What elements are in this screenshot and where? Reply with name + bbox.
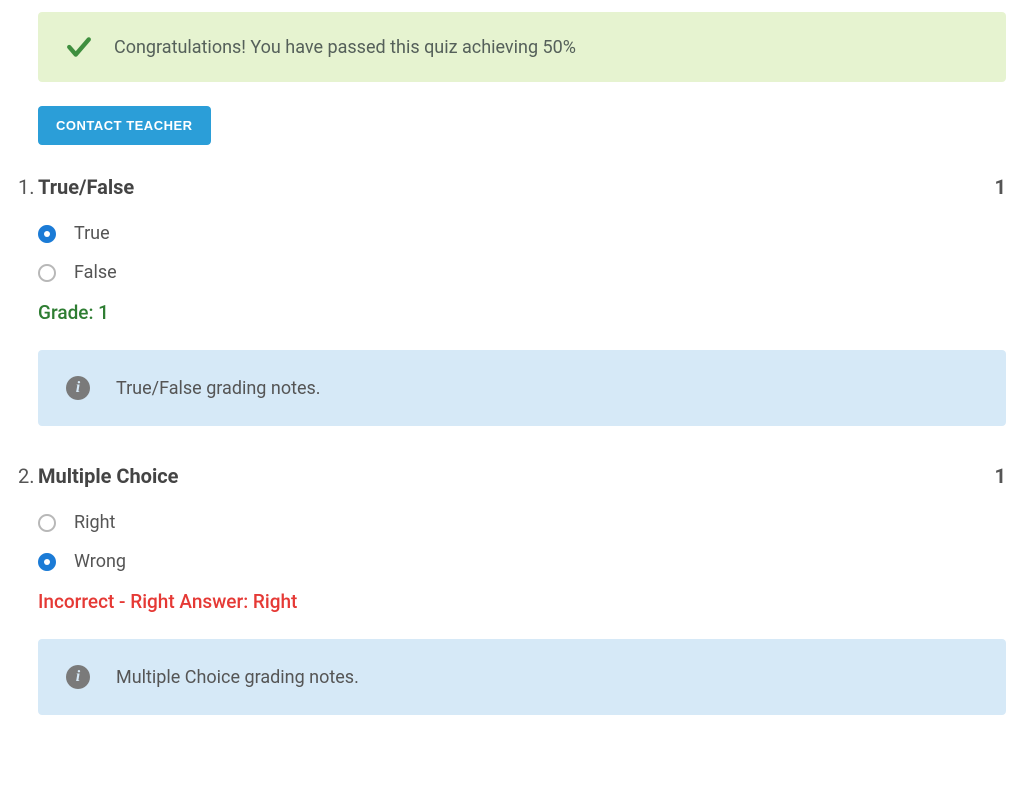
answer-option[interactable]: True bbox=[38, 223, 1006, 244]
answer-option[interactable]: Wrong bbox=[38, 551, 1006, 572]
contact-teacher-button[interactable]: CONTACT TEACHER bbox=[38, 106, 211, 145]
grade-result: Grade: 1 bbox=[18, 301, 1006, 324]
radio-icon bbox=[38, 514, 56, 532]
grading-note-text: Multiple Choice grading notes. bbox=[116, 667, 359, 688]
question-number: 2. bbox=[18, 464, 38, 488]
grade-result: Incorrect - Right Answer: Right bbox=[18, 590, 1006, 613]
radio-icon bbox=[38, 553, 56, 571]
question-points: 1 bbox=[995, 175, 1006, 199]
info-icon: i bbox=[66, 376, 90, 400]
question-number: 1. bbox=[18, 175, 38, 199]
radio-icon bbox=[38, 225, 56, 243]
info-icon: i bbox=[66, 665, 90, 689]
quiz-results-page: Congratulations! You have passed this qu… bbox=[0, 0, 1024, 773]
check-icon bbox=[66, 34, 92, 60]
answer-option[interactable]: False bbox=[38, 262, 1006, 283]
question-points: 1 bbox=[995, 464, 1006, 488]
answer-option-label: False bbox=[74, 262, 117, 283]
question-title: True/False bbox=[38, 175, 995, 199]
answer-options: Right Wrong bbox=[18, 512, 1006, 572]
question-block: 2. Multiple Choice 1 Right Wrong Incorre… bbox=[18, 464, 1006, 715]
pass-banner-text: Congratulations! You have passed this qu… bbox=[114, 37, 576, 58]
question-header: 2. Multiple Choice 1 bbox=[18, 464, 1006, 488]
grading-note-text: True/False grading notes. bbox=[116, 378, 321, 399]
radio-icon bbox=[38, 264, 56, 282]
question-title: Multiple Choice bbox=[38, 464, 995, 488]
grading-note: i True/False grading notes. bbox=[38, 350, 1006, 426]
answer-option-label: Wrong bbox=[74, 551, 126, 572]
answer-option-label: Right bbox=[74, 512, 115, 533]
answer-option-label: True bbox=[74, 223, 110, 244]
question-header: 1. True/False 1 bbox=[18, 175, 1006, 199]
pass-banner: Congratulations! You have passed this qu… bbox=[38, 12, 1006, 82]
answer-options: True False bbox=[18, 223, 1006, 283]
grading-note: i Multiple Choice grading notes. bbox=[38, 639, 1006, 715]
answer-option[interactable]: Right bbox=[38, 512, 1006, 533]
question-block: 1. True/False 1 True False Grade: 1 i Tr… bbox=[18, 175, 1006, 426]
